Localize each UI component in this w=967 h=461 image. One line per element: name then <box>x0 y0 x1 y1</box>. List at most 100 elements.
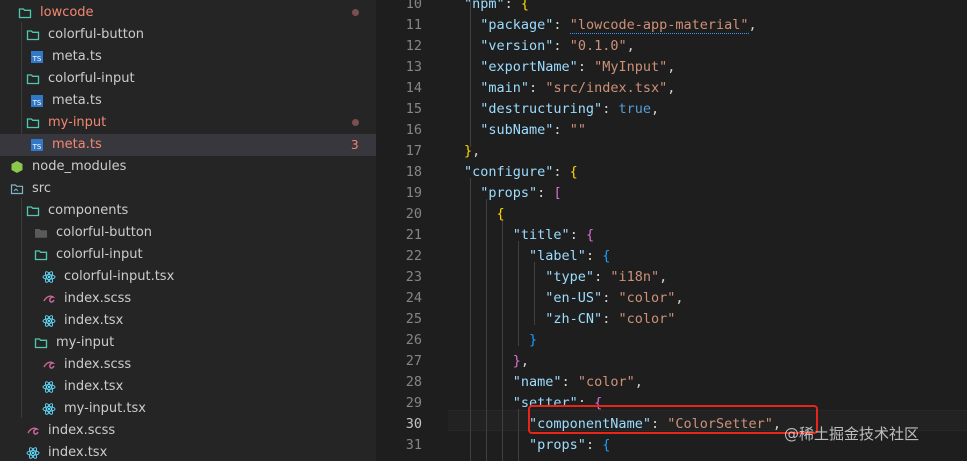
svg-text:TS: TS <box>32 143 42 151</box>
react-file-icon <box>42 380 56 394</box>
tree-item-label: meta.ts <box>52 49 102 64</box>
tree-item-label: my-input <box>48 115 107 130</box>
line-number: 31 <box>405 437 422 453</box>
tree-item[interactable]: colorful-input <box>0 68 376 90</box>
code-line-12: "version": "0.1.0", <box>480 38 635 54</box>
tree-item-label: index.tsx <box>48 445 108 460</box>
tree-item-label: components <box>48 203 129 218</box>
code-line-13: "exportName": "MyInput", <box>480 59 676 75</box>
code-line-26: } <box>529 332 538 348</box>
typescript-file-icon: TS <box>30 50 44 64</box>
tree-item[interactable]: index.scss <box>0 420 376 442</box>
line-number: 16 <box>405 122 422 138</box>
src-folder-icon <box>10 182 24 196</box>
line-number: 10 <box>405 0 422 12</box>
problem-count-badge: 3 <box>351 138 359 152</box>
sass-file-icon <box>42 292 56 306</box>
line-number: 28 <box>405 374 422 390</box>
code-line-23: "type": "i18n", <box>545 269 668 285</box>
explorer-sidebar: lowcode colorful-button TS meta.ts colorful-… <box>0 0 376 461</box>
line-number: 26 <box>405 332 422 348</box>
code-line-10: "npm": { <box>464 0 530 12</box>
tree-item[interactable]: TS meta.ts 3 <box>0 134 376 156</box>
tree-item-label: meta.ts <box>52 137 102 152</box>
line-number: 24 <box>405 290 422 306</box>
tree-item-label: index.scss <box>48 423 116 438</box>
tree-item-label: colorful-input <box>56 247 143 262</box>
tree-item-label: colorful-button <box>56 225 153 240</box>
line-number: 13 <box>405 59 422 75</box>
line-number: 18 <box>405 164 422 180</box>
line-number: 15 <box>405 101 422 117</box>
tree-item[interactable]: index.tsx <box>0 442 376 461</box>
svg-text:TS: TS <box>32 55 42 63</box>
line-number: 12 <box>405 38 422 54</box>
line-number: 23 <box>405 269 422 285</box>
tree-item[interactable]: colorful-button <box>0 24 376 46</box>
react-file-icon <box>42 402 56 416</box>
tree-item[interactable]: lowcode <box>0 2 376 24</box>
tree-item[interactable]: index.scss <box>0 354 376 376</box>
react-file-icon <box>26 446 40 460</box>
code-line-15: "destructuring": true, <box>480 101 660 117</box>
typescript-file-icon: TS <box>30 94 44 108</box>
tree-item-label: meta.ts <box>52 93 102 108</box>
tree-item[interactable]: colorful-input.tsx <box>0 266 376 288</box>
react-file-icon <box>42 270 56 284</box>
tree-item[interactable]: my-input.tsx <box>0 398 376 420</box>
folder-open-icon <box>26 72 40 86</box>
line-number: 11 <box>405 17 422 33</box>
tree-item[interactable]: src <box>0 178 376 200</box>
highlight-annotation-box <box>528 405 818 434</box>
folder-open-icon <box>26 28 40 42</box>
tree-item[interactable]: index.scss <box>0 288 376 310</box>
tree-item[interactable]: TS meta.ts <box>0 90 376 112</box>
code-line-19: "props": [ <box>480 185 562 201</box>
tree-item-label: src <box>32 181 51 196</box>
code-line-20: { <box>496 206 505 222</box>
folder-open-icon <box>26 116 40 130</box>
tree-item[interactable]: TS meta.ts <box>0 46 376 68</box>
line-number: 19 <box>405 185 422 201</box>
tree-item[interactable]: components <box>0 200 376 222</box>
tree-item[interactable]: my-input <box>0 332 376 354</box>
line-number: 17 <box>405 143 422 159</box>
tree-item[interactable]: index.tsx <box>0 310 376 332</box>
line-number: 20 <box>405 206 422 222</box>
svg-text:TS: TS <box>32 99 42 107</box>
tree-item-label: my-input.tsx <box>64 401 146 416</box>
tree-item[interactable]: node_modules <box>0 156 376 178</box>
folder-open-icon <box>26 204 40 218</box>
folder-open-icon <box>34 248 48 262</box>
sass-file-icon <box>26 424 40 438</box>
line-number: 25 <box>405 311 422 327</box>
tree-item[interactable]: my-input <box>0 112 376 134</box>
tree-item-label: lowcode <box>40 5 94 20</box>
tree-item-label: colorful-input <box>48 71 135 86</box>
code-line-27: }, <box>512 353 530 369</box>
react-file-icon <box>42 314 56 328</box>
code-line-28: "name": "color", <box>512 374 643 390</box>
tree-item-label: my-input <box>56 335 115 350</box>
tree-item-label: index.scss <box>64 357 132 372</box>
line-number: 21 <box>405 227 422 243</box>
code-line-11: "package": "lowcode-app-material", <box>480 17 757 34</box>
code-line-18: "configure": { <box>464 164 578 180</box>
code-editor[interactable]: 10 11 12 13 14 15 16 17 18 19 20 21 22 23 24 25 26 27 28 29… <box>376 0 967 461</box>
tree-item[interactable]: colorful-input <box>0 244 376 266</box>
sass-file-icon <box>42 358 56 372</box>
line-number: 29 <box>405 395 422 411</box>
watermark: @稀土掘金技术社区 <box>784 425 920 443</box>
tree-item[interactable]: colorful-button <box>0 222 376 244</box>
tree-item-label: colorful-input.tsx <box>64 269 175 284</box>
code-line-31: "props": { <box>529 437 611 453</box>
tree-item-label: node_modules <box>32 159 127 174</box>
code-line-22: "label": { <box>529 248 611 264</box>
folder-open-icon <box>34 336 48 350</box>
code-line-14: "main": "src/index.tsx", <box>480 80 676 96</box>
code-line-25: "zh-CN": "color" <box>545 311 676 327</box>
modified-indicator <box>352 9 359 16</box>
code-line-24: "en-US": "color", <box>545 290 684 306</box>
tree-item[interactable]: index.tsx <box>0 376 376 398</box>
folder-open-icon <box>18 6 32 20</box>
